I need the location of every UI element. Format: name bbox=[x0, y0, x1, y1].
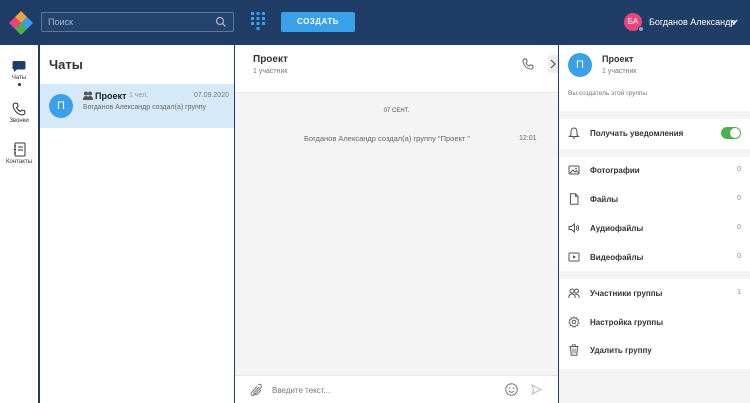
collapse-details-button[interactable] bbox=[548, 55, 558, 73]
action-row-delete[interactable]: Удалить группу bbox=[559, 341, 750, 361]
chat-list-title: Чаты bbox=[49, 57, 83, 72]
conversation-subtitle: 1 участник bbox=[253, 68, 288, 75]
group-avatar: П bbox=[568, 53, 592, 77]
notifications-block: Получать уведомления bbox=[559, 119, 750, 149]
send-icon[interactable] bbox=[531, 384, 542, 395]
group-details-panel: П Проект 1 участник Вы создатель этой гр… bbox=[559, 45, 750, 403]
media-label: Фотографии bbox=[590, 166, 640, 175]
active-indicator bbox=[17, 83, 21, 86]
settings-icon bbox=[568, 316, 580, 328]
media-count: 0 bbox=[737, 166, 741, 173]
media-count: 0 bbox=[737, 195, 741, 202]
media-count: 0 bbox=[737, 253, 741, 260]
notifications-row: Получать уведомления bbox=[559, 124, 750, 144]
action-label: Участники группы bbox=[590, 289, 663, 298]
media-row-video[interactable]: Видеофайлы 0 bbox=[559, 248, 750, 268]
conversation-header: Проект 1 участник bbox=[235, 45, 558, 93]
presence-dot bbox=[638, 26, 644, 32]
create-button[interactable]: СОЗДАТЬ bbox=[281, 12, 355, 32]
search-placeholder: Поиск bbox=[48, 17, 73, 27]
group-actions-block: Участники группы 1 Настройка группы Удал… bbox=[559, 279, 750, 369]
media-label: Видеофайлы bbox=[590, 253, 644, 262]
members-count: 1 bbox=[737, 289, 741, 296]
action-row-settings[interactable]: Настройка группы bbox=[559, 313, 750, 333]
media-row-files[interactable]: Файлы 0 bbox=[559, 190, 750, 210]
group-info-block: П Проект 1 участник Вы создатель этой гр… bbox=[559, 45, 750, 111]
chat-last-message: Богданов Александр создал(а) группу bbox=[83, 104, 207, 111]
group-owner-note: Вы создатель этой группы bbox=[568, 90, 648, 97]
nav-label-calls: Звонки bbox=[9, 118, 29, 124]
photo-icon bbox=[568, 165, 580, 175]
emoji-icon[interactable] bbox=[505, 383, 518, 396]
chat-name: Проект bbox=[95, 91, 127, 101]
user-name[interactable]: Богданов Александр bbox=[649, 17, 735, 27]
group-icon bbox=[83, 91, 93, 100]
message-input[interactable] bbox=[272, 382, 492, 398]
file-icon bbox=[570, 193, 579, 205]
notifications-toggle[interactable] bbox=[721, 127, 741, 139]
chat-bubble-icon bbox=[12, 61, 26, 72]
call-icon[interactable] bbox=[522, 58, 534, 70]
top-bar: Поиск СОЗДАТЬ БА Богданов Александр bbox=[0, 0, 750, 45]
trash-icon bbox=[569, 344, 579, 356]
chat-member-count: 1 чел. bbox=[129, 92, 149, 99]
phone-icon bbox=[12, 102, 26, 116]
chat-list-panel: Чаты П Проект 1 чел. 07.09.2020 Богданов… bbox=[40, 45, 234, 403]
app-logo-icon[interactable] bbox=[8, 10, 34, 36]
media-label: Аудиофайлы bbox=[590, 224, 644, 233]
members-icon bbox=[568, 288, 580, 299]
message-composer bbox=[235, 375, 558, 403]
user-initials: БА bbox=[627, 17, 639, 26]
audio-icon bbox=[568, 222, 580, 234]
message-time: 12:01 bbox=[519, 135, 537, 142]
nav-label-contacts: Контакты bbox=[6, 159, 32, 165]
chat-avatar: П bbox=[49, 94, 73, 118]
nav-label-chats: Чаты bbox=[11, 75, 27, 81]
nav-item-calls[interactable]: Звонки bbox=[0, 102, 38, 124]
system-message: Богданов Александр создал(а) группу "Про… bbox=[304, 134, 471, 143]
conversation-panel: Проект 1 участник 07 СЕНТ. Богданов Алек… bbox=[235, 45, 558, 403]
contacts-book-icon bbox=[13, 142, 25, 157]
bell-icon bbox=[568, 127, 580, 139]
media-label: Файлы bbox=[590, 195, 619, 204]
media-row-photos[interactable]: Фотографии 0 bbox=[559, 161, 750, 181]
conversation-title[interactable]: Проект bbox=[253, 54, 288, 65]
nav-item-chats[interactable]: Чаты bbox=[0, 60, 38, 86]
chat-date: 07.09.2020 bbox=[193, 92, 229, 99]
left-nav: Чаты Звонки Контакты bbox=[0, 45, 38, 403]
action-label: Удалить группу bbox=[590, 346, 652, 355]
chat-list-item[interactable]: П Проект 1 чел. 07.09.2020 Богданов Алек… bbox=[40, 84, 234, 128]
user-avatar[interactable]: БА bbox=[624, 13, 644, 32]
nav-item-contacts[interactable]: Контакты bbox=[0, 142, 38, 165]
notifications-label: Получать уведомления bbox=[590, 129, 684, 138]
chevron-right-icon bbox=[550, 59, 556, 69]
attach-icon[interactable] bbox=[250, 383, 262, 397]
search-icon[interactable] bbox=[215, 16, 227, 28]
dialpad-icon[interactable] bbox=[251, 12, 265, 30]
group-subtitle: 1 участник bbox=[602, 68, 637, 75]
media-row-audio[interactable]: Аудиофайлы 0 bbox=[559, 219, 750, 239]
action-row-members[interactable]: Участники группы 1 bbox=[559, 284, 750, 304]
day-separator: 07 СЕНТ. bbox=[383, 108, 410, 114]
group-title: Проект bbox=[602, 54, 634, 64]
video-icon bbox=[568, 252, 580, 262]
chevron-down-icon[interactable] bbox=[730, 19, 738, 25]
media-block: Фотографии 0 Файлы 0 Аудиофайлы 0 Видеоф… bbox=[559, 157, 750, 271]
media-count: 0 bbox=[737, 224, 741, 231]
action-label: Настройка группы bbox=[590, 318, 664, 327]
search-box[interactable]: Поиск bbox=[41, 12, 234, 32]
